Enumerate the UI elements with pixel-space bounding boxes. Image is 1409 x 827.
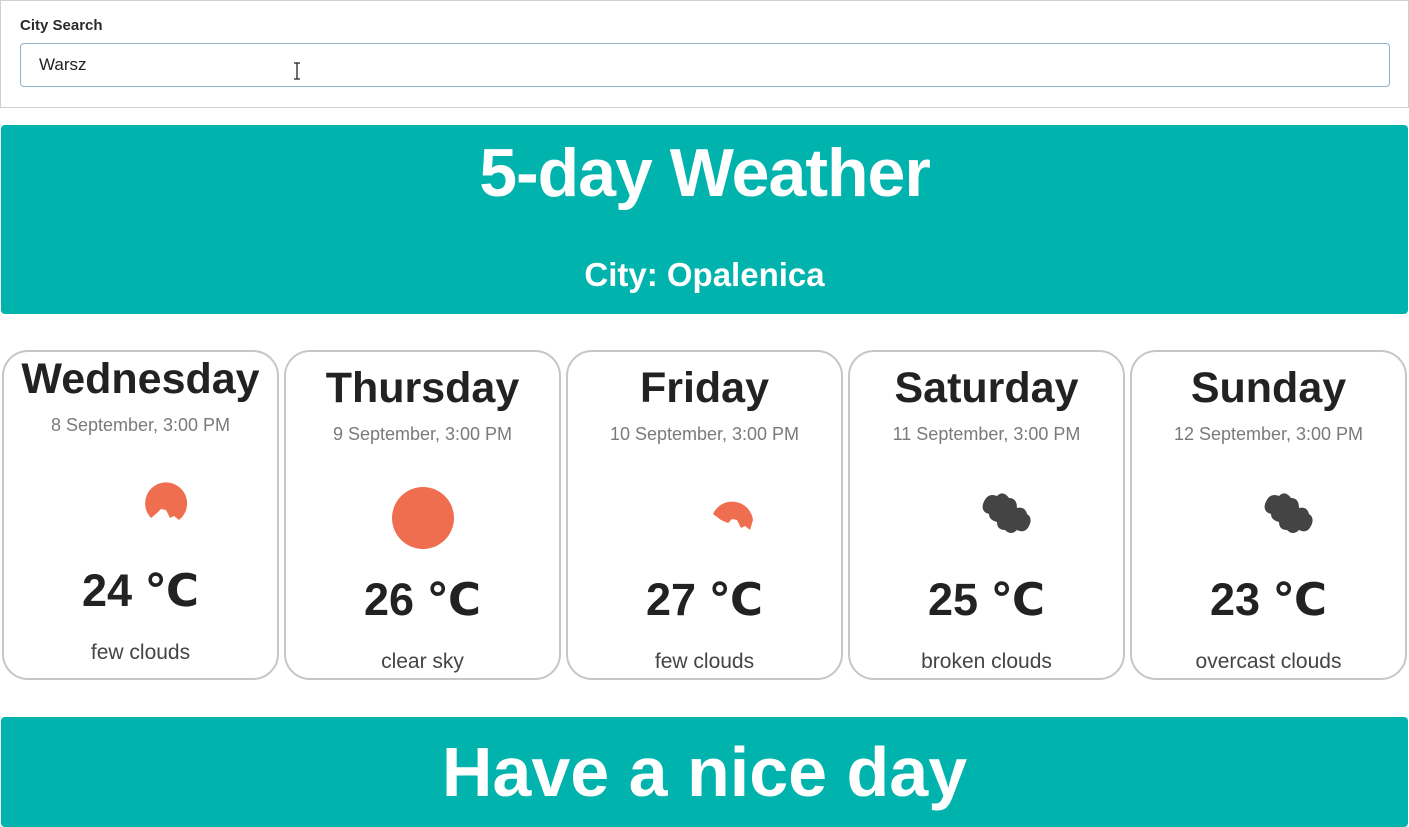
card-date: 10 September, 3:00 PM	[609, 424, 800, 444]
text-cursor-icon	[294, 62, 300, 80]
card-description: clear sky	[381, 650, 464, 673]
footer-banner: Have a nice day	[1, 717, 1408, 827]
card-description: overcast clouds	[1195, 650, 1342, 673]
broken-clouds-icon	[982, 493, 1031, 533]
card-temperature: 25 ℃	[927, 574, 1046, 625]
overcast-clouds-icon	[1264, 493, 1313, 533]
footer-message: Have a nice day	[441, 733, 968, 811]
weather-header-banner: 5-day Weather City: Opalenica	[1, 125, 1408, 314]
card-date: 11 September, 3:00 PM	[892, 424, 1081, 444]
card-day: Thursday	[325, 364, 520, 412]
card-day: Wednesday	[21, 355, 260, 403]
forecast-card-saturday: Saturday 11 September, 3:00 PM 25 ℃ brok…	[848, 350, 1125, 680]
card-date: 8 September, 3:00 PM	[50, 415, 231, 435]
forecast-card-thursday: Thursday 9 September, 3:00 PM 26 ℃ clear…	[284, 350, 561, 680]
page-title: 5-day Weather	[479, 135, 931, 211]
forecast-card-wednesday: Wednesday 8 September, 3:00 PM 24 ℃ few …	[2, 350, 279, 680]
card-day: Sunday	[1190, 364, 1347, 412]
card-description: broken clouds	[921, 650, 1052, 673]
city-search-label: City Search	[20, 17, 103, 34]
city-name: City: Opalenica	[584, 256, 825, 293]
few-clouds-icon	[144, 482, 187, 520]
city-search-panel: City Search	[0, 0, 1409, 108]
forecast-cards: Wednesday 8 September, 3:00 PM 24 ℃ few …	[2, 350, 1408, 682]
card-date: 12 September, 3:00 PM	[1173, 424, 1364, 444]
card-temperature: 24 ℃	[81, 565, 200, 616]
card-description: few clouds	[90, 641, 191, 664]
card-description: few clouds	[654, 650, 755, 673]
card-temperature: 27 ℃	[645, 574, 764, 625]
card-temperature: 26 ℃	[363, 574, 482, 625]
card-date: 9 September, 3:00 PM	[332, 424, 513, 444]
card-temperature: 23 ℃	[1209, 574, 1328, 625]
city-search-input[interactable]	[20, 43, 1390, 87]
forecast-card-friday: Friday 10 September, 3:00 PM 27 ℃ few cl…	[566, 350, 843, 680]
clear-sky-icon	[391, 487, 454, 549]
few-clouds-icon	[712, 501, 753, 530]
forecast-card-sunday: Sunday 12 September, 3:00 PM 23 ℃ overca…	[1130, 350, 1407, 680]
card-day: Saturday	[894, 364, 1079, 412]
card-day: Friday	[639, 364, 770, 412]
